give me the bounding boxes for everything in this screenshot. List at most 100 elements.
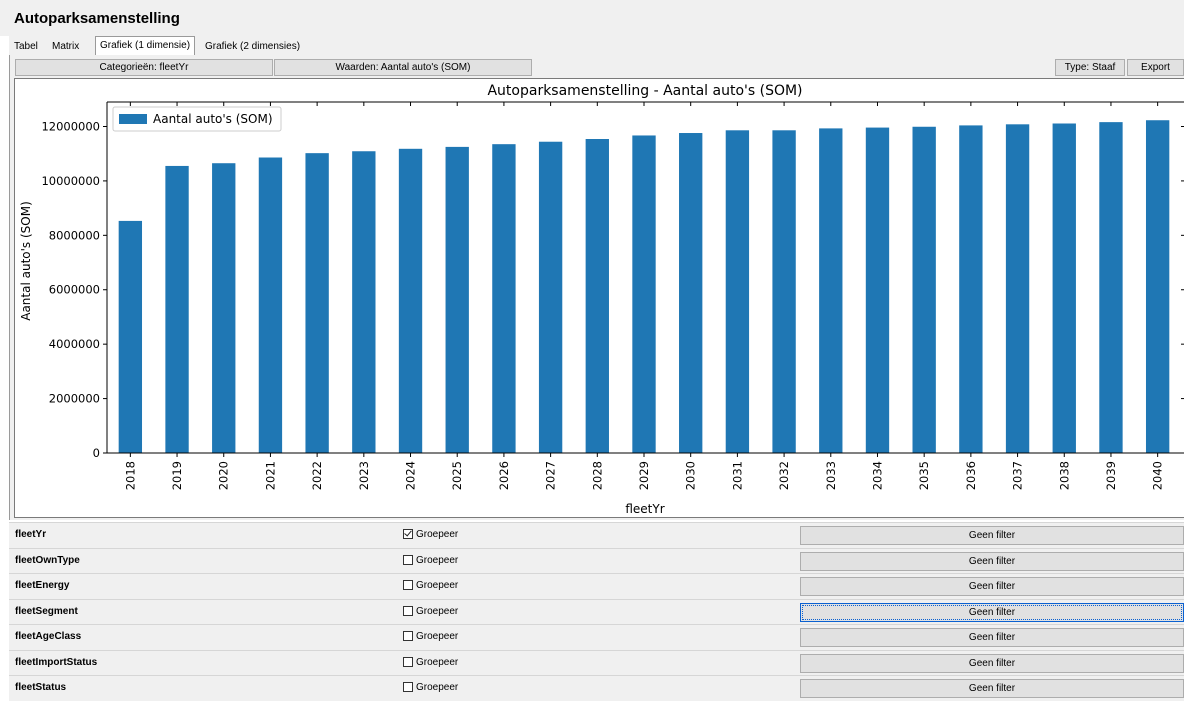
bar <box>398 148 423 454</box>
values-button[interactable]: Waarden: Aantal auto's (SOM) <box>274 59 532 76</box>
x-tick-label: 2026 <box>497 461 511 490</box>
legend-label: Aantal auto's (SOM) <box>153 112 273 126</box>
bar <box>258 157 283 454</box>
y-tick-label: 10000000 <box>41 174 100 188</box>
bar <box>352 151 376 453</box>
filter-field-name: fleetOwnType <box>15 554 80 566</box>
checkbox-box[interactable] <box>403 682 413 692</box>
filter-button[interactable]: Geen filter <box>800 653 1184 673</box>
bar <box>585 139 609 454</box>
filter-row: fleetSegment Groepeer Geen filter <box>9 598 1184 625</box>
bar <box>165 165 189 453</box>
app-title: Autoparksamenstelling <box>0 0 1184 36</box>
y-tick-label: 4000000 <box>49 337 100 351</box>
tab-matrix[interactable]: Matrix <box>47 38 84 56</box>
tab-grafiek-2-dimensies[interactable]: Grafiek (2 dimensies) <box>200 38 305 56</box>
filter-field-name: fleetSegment <box>15 605 78 617</box>
y-tick-label: 8000000 <box>49 228 100 242</box>
filter-field-name: fleetAgeClass <box>15 631 82 642</box>
checkbox-box[interactable] <box>403 631 413 641</box>
x-tick-label: 2029 <box>637 461 651 490</box>
x-tick-label: 2033 <box>824 461 838 490</box>
x-tick-label: 2019 <box>170 461 184 490</box>
checkbox-box[interactable] <box>403 580 413 590</box>
filter-button[interactable]: Geen filter <box>800 602 1184 622</box>
group-checkbox[interactable]: Groepeer <box>403 682 458 694</box>
chart-type-button[interactable]: Type: Staaf <box>1055 59 1125 76</box>
bar <box>819 128 843 454</box>
filter-row: fleetOwnType Groepeer Geen filter <box>9 547 1184 574</box>
group-checkbox[interactable]: Groepeer <box>403 554 458 567</box>
tab-grafiek-1-dimensie[interactable]: Grafiek (1 dimensie) <box>95 36 196 57</box>
x-tick-label: 2028 <box>590 461 604 490</box>
y-tick-label: 6000000 <box>49 283 100 297</box>
x-tick-label: 2027 <box>544 461 558 490</box>
legend-swatch <box>119 114 147 124</box>
filter-field-name: fleetEnergy <box>15 580 70 591</box>
export-button[interactable]: Export <box>1127 59 1184 76</box>
y-tick-label: 0 <box>93 446 100 460</box>
filter-button[interactable]: Geen filter <box>800 551 1184 571</box>
bar <box>1052 123 1076 453</box>
x-tick-label: 2034 <box>870 461 884 490</box>
bar <box>1145 120 1170 454</box>
group-checkbox-label: Groepeer <box>416 631 459 642</box>
chart-legend: Aantal auto's (SOM) <box>112 106 282 132</box>
tab-bar: Tabel Matrix Grafiek (1 dimensie) Grafie… <box>9 36 1184 57</box>
x-tick-label: 2030 <box>684 461 698 490</box>
x-tick-label: 2039 <box>1104 461 1118 490</box>
x-tick-label: 2031 <box>730 461 744 490</box>
group-checkbox-label: Groepeer <box>416 529 459 540</box>
group-checkbox[interactable]: Groepeer <box>403 580 458 592</box>
filter-field-name: fleetYr <box>15 529 47 540</box>
group-checkbox[interactable]: Groepeer <box>403 631 458 643</box>
bar <box>865 127 890 453</box>
bar <box>212 163 236 453</box>
checkbox-box[interactable] <box>403 554 413 565</box>
filter-field-name: fleetImportStatus <box>15 656 98 668</box>
group-checkbox[interactable]: Groepeer <box>403 656 459 669</box>
group-checkbox-label: Groepeer <box>416 605 459 617</box>
x-tick-label: 2018 <box>123 461 137 490</box>
chart-area: Autoparksamenstelling - Aantal auto's (S… <box>14 78 1184 518</box>
bar <box>632 135 656 453</box>
bar <box>538 141 563 453</box>
x-tick-label: 2036 <box>964 461 978 490</box>
bar <box>1099 122 1123 453</box>
checkbox-box[interactable] <box>403 529 413 539</box>
bar <box>959 125 983 454</box>
group-checkbox[interactable]: Groepeer <box>403 529 458 541</box>
filter-button[interactable]: Geen filter <box>800 577 1184 596</box>
x-tick-label: 2037 <box>1011 461 1025 490</box>
bar-chart: Autoparksamenstelling - Aantal auto's (S… <box>19 83 1184 516</box>
filter-row: fleetAgeClass Groepeer Geen filter <box>9 624 1184 650</box>
group-checkbox-label: Groepeer <box>416 656 459 668</box>
x-tick-label: 2021 <box>263 461 277 490</box>
filter-row: fleetYr Groepeer Geen filter <box>9 522 1184 548</box>
filter-row: fleetImportStatus Groepeer Geen filter <box>9 649 1184 676</box>
x-tick-label: 2038 <box>1057 461 1071 490</box>
bar <box>492 144 516 453</box>
group-checkbox[interactable]: Groepeer <box>403 605 459 618</box>
x-tick-label: 2023 <box>357 461 371 490</box>
tab-tabel[interactable]: Tabel <box>9 38 43 56</box>
x-tick-label: 2020 <box>217 461 231 490</box>
x-tick-label: 2024 <box>404 461 418 490</box>
y-tick-label: 2000000 <box>49 392 100 406</box>
filter-row: fleetStatus Groepeer Geen filter <box>9 675 1184 701</box>
bar <box>118 220 143 453</box>
bar <box>725 130 750 453</box>
checkbox-box[interactable] <box>403 605 413 616</box>
filter-button[interactable]: Geen filter <box>800 679 1184 698</box>
x-tick-label: 2032 <box>777 461 791 490</box>
x-tick-label: 2040 <box>1151 461 1165 490</box>
categories-button[interactable]: Categorieën: fleetYr <box>15 59 273 76</box>
x-tick-label: 2035 <box>917 461 931 490</box>
filter-button[interactable]: Geen filter <box>800 628 1184 647</box>
y-tick-label: 12000000 <box>41 119 100 133</box>
checkbox-box[interactable] <box>403 656 413 667</box>
group-checkbox-label: Groepeer <box>416 682 459 693</box>
x-tick-label: 2025 <box>450 461 464 490</box>
filter-field-name: fleetStatus <box>15 682 67 693</box>
filter-button[interactable]: Geen filter <box>800 526 1184 545</box>
